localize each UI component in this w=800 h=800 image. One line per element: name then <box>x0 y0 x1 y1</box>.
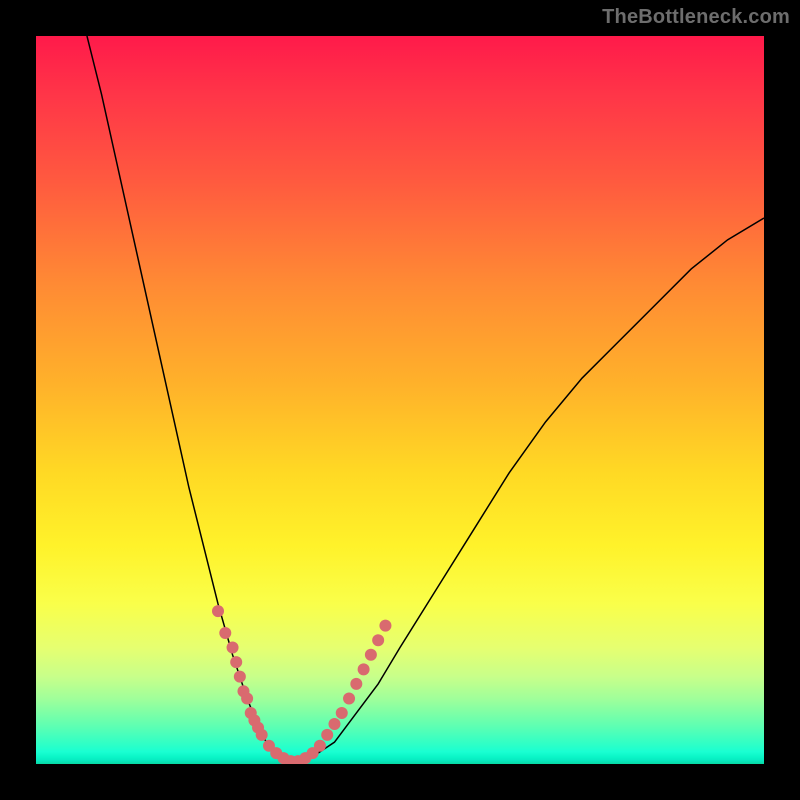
chart-svg <box>36 36 764 764</box>
chart-frame: TheBottleneck.com <box>0 0 800 800</box>
left-branch-path <box>87 36 291 764</box>
marker-dot <box>350 678 362 690</box>
marker-dot <box>212 605 224 617</box>
marker-dot <box>372 634 384 646</box>
left-curve <box>87 36 291 764</box>
marker-dot <box>227 642 239 654</box>
marker-dot <box>314 740 326 752</box>
marker-dot <box>256 729 268 741</box>
marker-dot <box>241 692 253 704</box>
marker-dot <box>321 729 333 741</box>
marker-dot <box>328 718 340 730</box>
marker-dot <box>219 627 231 639</box>
marker-dot <box>230 656 242 668</box>
plot-area <box>36 36 764 764</box>
marker-dot <box>336 707 348 719</box>
marker-dot <box>343 692 355 704</box>
marker-dot <box>358 663 370 675</box>
marker-layer <box>212 605 391 764</box>
marker-dot <box>379 620 391 632</box>
watermark-text: TheBottleneck.com <box>602 6 790 29</box>
marker-dot <box>365 649 377 661</box>
marker-dot <box>234 671 246 683</box>
